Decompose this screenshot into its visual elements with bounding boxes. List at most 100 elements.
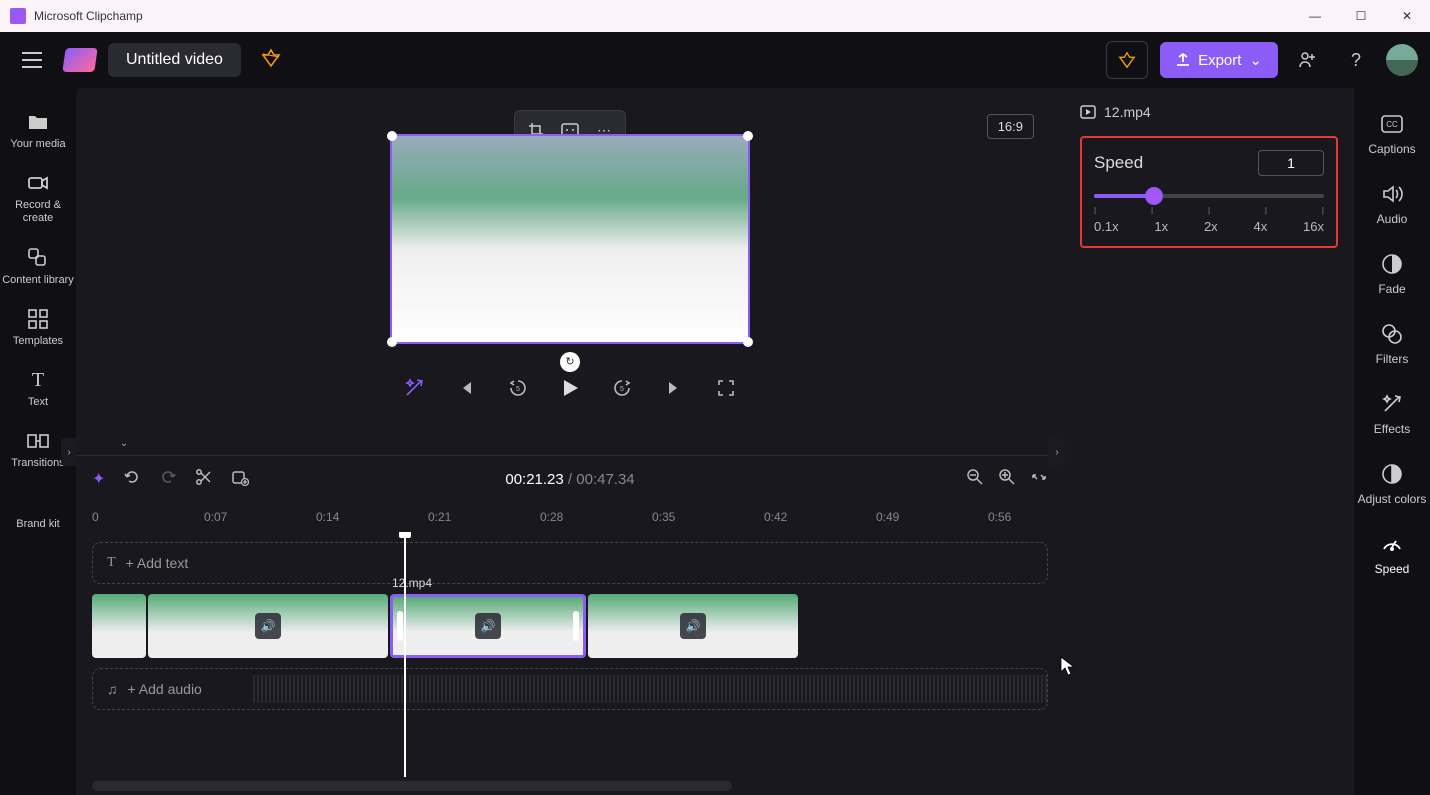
- audio-icon: [1380, 182, 1404, 206]
- speaker-icon: 🔊: [680, 613, 706, 639]
- undo-button[interactable]: [123, 468, 141, 491]
- speed-icon: [1380, 532, 1404, 556]
- timeline-toolbar: ✦ 00:21.23 / 00:47.34: [76, 456, 1064, 502]
- speed-slider-thumb[interactable]: [1145, 187, 1163, 205]
- resize-handle-bl[interactable]: [387, 337, 397, 347]
- speed-label: Speed: [1094, 153, 1143, 173]
- speed-input[interactable]: [1258, 150, 1324, 176]
- resize-handle-tl[interactable]: [387, 131, 397, 141]
- playhead[interactable]: [404, 532, 406, 777]
- timeline-collapse-button[interactable]: ⌄: [104, 431, 144, 455]
- timeline-timecode: 00:21.23 / 00:47.34: [505, 471, 634, 488]
- video-icon: [1080, 105, 1096, 119]
- ai-sparkle-button[interactable]: ✦: [92, 469, 105, 489]
- maximize-button[interactable]: ☐: [1338, 0, 1384, 32]
- project-title[interactable]: Untitled video: [108, 43, 241, 77]
- sidebar-item-audio[interactable]: Audio: [1354, 170, 1430, 238]
- music-icon: ♫: [107, 681, 118, 697]
- video-track: 12.mp4 🔊 🔊 🔊: [92, 594, 1048, 658]
- library-icon: [26, 246, 50, 270]
- clipchamp-logo-icon: [62, 48, 97, 72]
- folder-icon: [26, 110, 50, 134]
- waveform: [253, 675, 1047, 703]
- audio-track[interactable]: ♫ + Add audio: [92, 668, 1048, 710]
- adjust-colors-icon: [1380, 462, 1404, 486]
- play-button[interactable]: [558, 376, 582, 400]
- svg-text:CC: CC: [1386, 120, 1398, 129]
- aspect-ratio-badge[interactable]: 16:9: [987, 114, 1034, 139]
- timeline: ✦ 00:21.23 / 00:47.34: [76, 455, 1064, 795]
- zoom-in-button[interactable]: [998, 468, 1016, 491]
- sidebar-item-text[interactable]: T Text: [0, 358, 76, 419]
- timeline-scrollbar[interactable]: [92, 781, 732, 791]
- text-icon: T: [107, 555, 116, 571]
- topbar: Untitled video Export ⌄ ?: [0, 32, 1430, 88]
- fullscreen-button[interactable]: [714, 376, 738, 400]
- speed-slider-labels: 0.1x 1x 2x 4x 16x: [1094, 219, 1324, 234]
- captions-icon: CC: [1380, 112, 1404, 136]
- add-clip-button[interactable]: [231, 468, 249, 491]
- forward-5-button[interactable]: 5: [610, 376, 634, 400]
- transitions-icon: [26, 429, 50, 453]
- rewind-5-button[interactable]: 5: [506, 376, 530, 400]
- app-logo-icon: [10, 8, 26, 24]
- sidebar-item-speed[interactable]: Speed: [1354, 520, 1430, 588]
- text-track[interactable]: T + Add text: [92, 542, 1048, 584]
- redo-button[interactable]: [159, 468, 177, 491]
- sidebar-item-fade[interactable]: Fade: [1354, 240, 1430, 308]
- zoom-fit-button[interactable]: [1030, 468, 1048, 491]
- hamburger-menu[interactable]: [12, 40, 52, 80]
- help-button[interactable]: ?: [1338, 42, 1374, 78]
- expand-left-panel[interactable]: ›: [61, 438, 77, 466]
- sidebar-item-effects[interactable]: Effects: [1354, 380, 1430, 448]
- skip-start-button[interactable]: [454, 376, 478, 400]
- speaker-icon: 🔊: [475, 613, 501, 639]
- resize-handle-tr[interactable]: [743, 131, 753, 141]
- sidebar-item-your-media[interactable]: Your media: [0, 100, 76, 161]
- minimize-button[interactable]: ―: [1292, 0, 1338, 32]
- speed-slider[interactable]: [1094, 194, 1324, 198]
- brand-kit-icon: [26, 490, 50, 514]
- speed-panel: Speed ||||| 0.1x 1x 2x 4x 16x: [1080, 136, 1338, 248]
- skip-end-button[interactable]: [662, 376, 686, 400]
- sidebar-item-brand-kit[interactable]: Brand kit: [0, 480, 76, 541]
- fade-icon: [1380, 252, 1404, 276]
- export-button[interactable]: Export ⌄: [1160, 42, 1278, 78]
- svg-text:5: 5: [516, 386, 520, 393]
- sidebar-item-record[interactable]: Record & create: [0, 161, 76, 235]
- video-clip-selected[interactable]: 🔊: [390, 594, 586, 658]
- timeline-ruler[interactable]: 00:070:140:210:280:350:420:490:56: [76, 502, 1064, 532]
- speaker-icon: 🔊: [255, 613, 281, 639]
- timeline-tabs: ⌄: [76, 425, 1064, 455]
- video-clip-2[interactable]: 🔊: [148, 594, 388, 658]
- camera-icon: [26, 171, 50, 195]
- sidebar-item-filters[interactable]: Filters: [1354, 310, 1430, 378]
- sidebar-item-adjust-colors[interactable]: Adjust colors: [1354, 450, 1430, 518]
- avatar[interactable]: [1386, 44, 1418, 76]
- video-preview[interactable]: ↻: [390, 134, 750, 344]
- svg-text:5: 5: [620, 386, 624, 393]
- close-button[interactable]: ✕: [1384, 0, 1430, 32]
- upload-icon: [1176, 53, 1190, 67]
- chevron-down-icon: ⌄: [1249, 51, 1262, 69]
- zoom-out-button[interactable]: [966, 468, 984, 491]
- rotate-handle[interactable]: ↻: [560, 352, 580, 372]
- clip-label: 12.mp4: [392, 576, 432, 590]
- resize-handle-br[interactable]: [743, 337, 753, 347]
- app-name: Microsoft Clipchamp: [34, 9, 143, 23]
- selected-clip-header: 12.mp4: [1080, 104, 1338, 120]
- sidebar-item-templates[interactable]: Templates: [0, 297, 76, 358]
- sidebar-item-captions[interactable]: CC Captions: [1354, 100, 1430, 168]
- video-clip-1[interactable]: [92, 594, 146, 658]
- auto-enhance-button[interactable]: [402, 376, 426, 400]
- playback-controls: 5 5: [402, 376, 738, 400]
- premium-icon[interactable]: [261, 48, 281, 73]
- upgrade-button[interactable]: [1106, 41, 1148, 79]
- left-sidebar: Your media Record & create Content libra…: [0, 88, 76, 795]
- preview-area: ⋯ 16:9 ↻ 5 5: [76, 88, 1064, 425]
- split-button[interactable]: [195, 468, 213, 491]
- invite-button[interactable]: [1290, 42, 1326, 78]
- sidebar-item-content-library[interactable]: Content library: [0, 236, 76, 297]
- right-sidebar: CC Captions Audio Fade Filters Effects: [1354, 88, 1430, 795]
- video-clip-3[interactable]: 🔊: [588, 594, 798, 658]
